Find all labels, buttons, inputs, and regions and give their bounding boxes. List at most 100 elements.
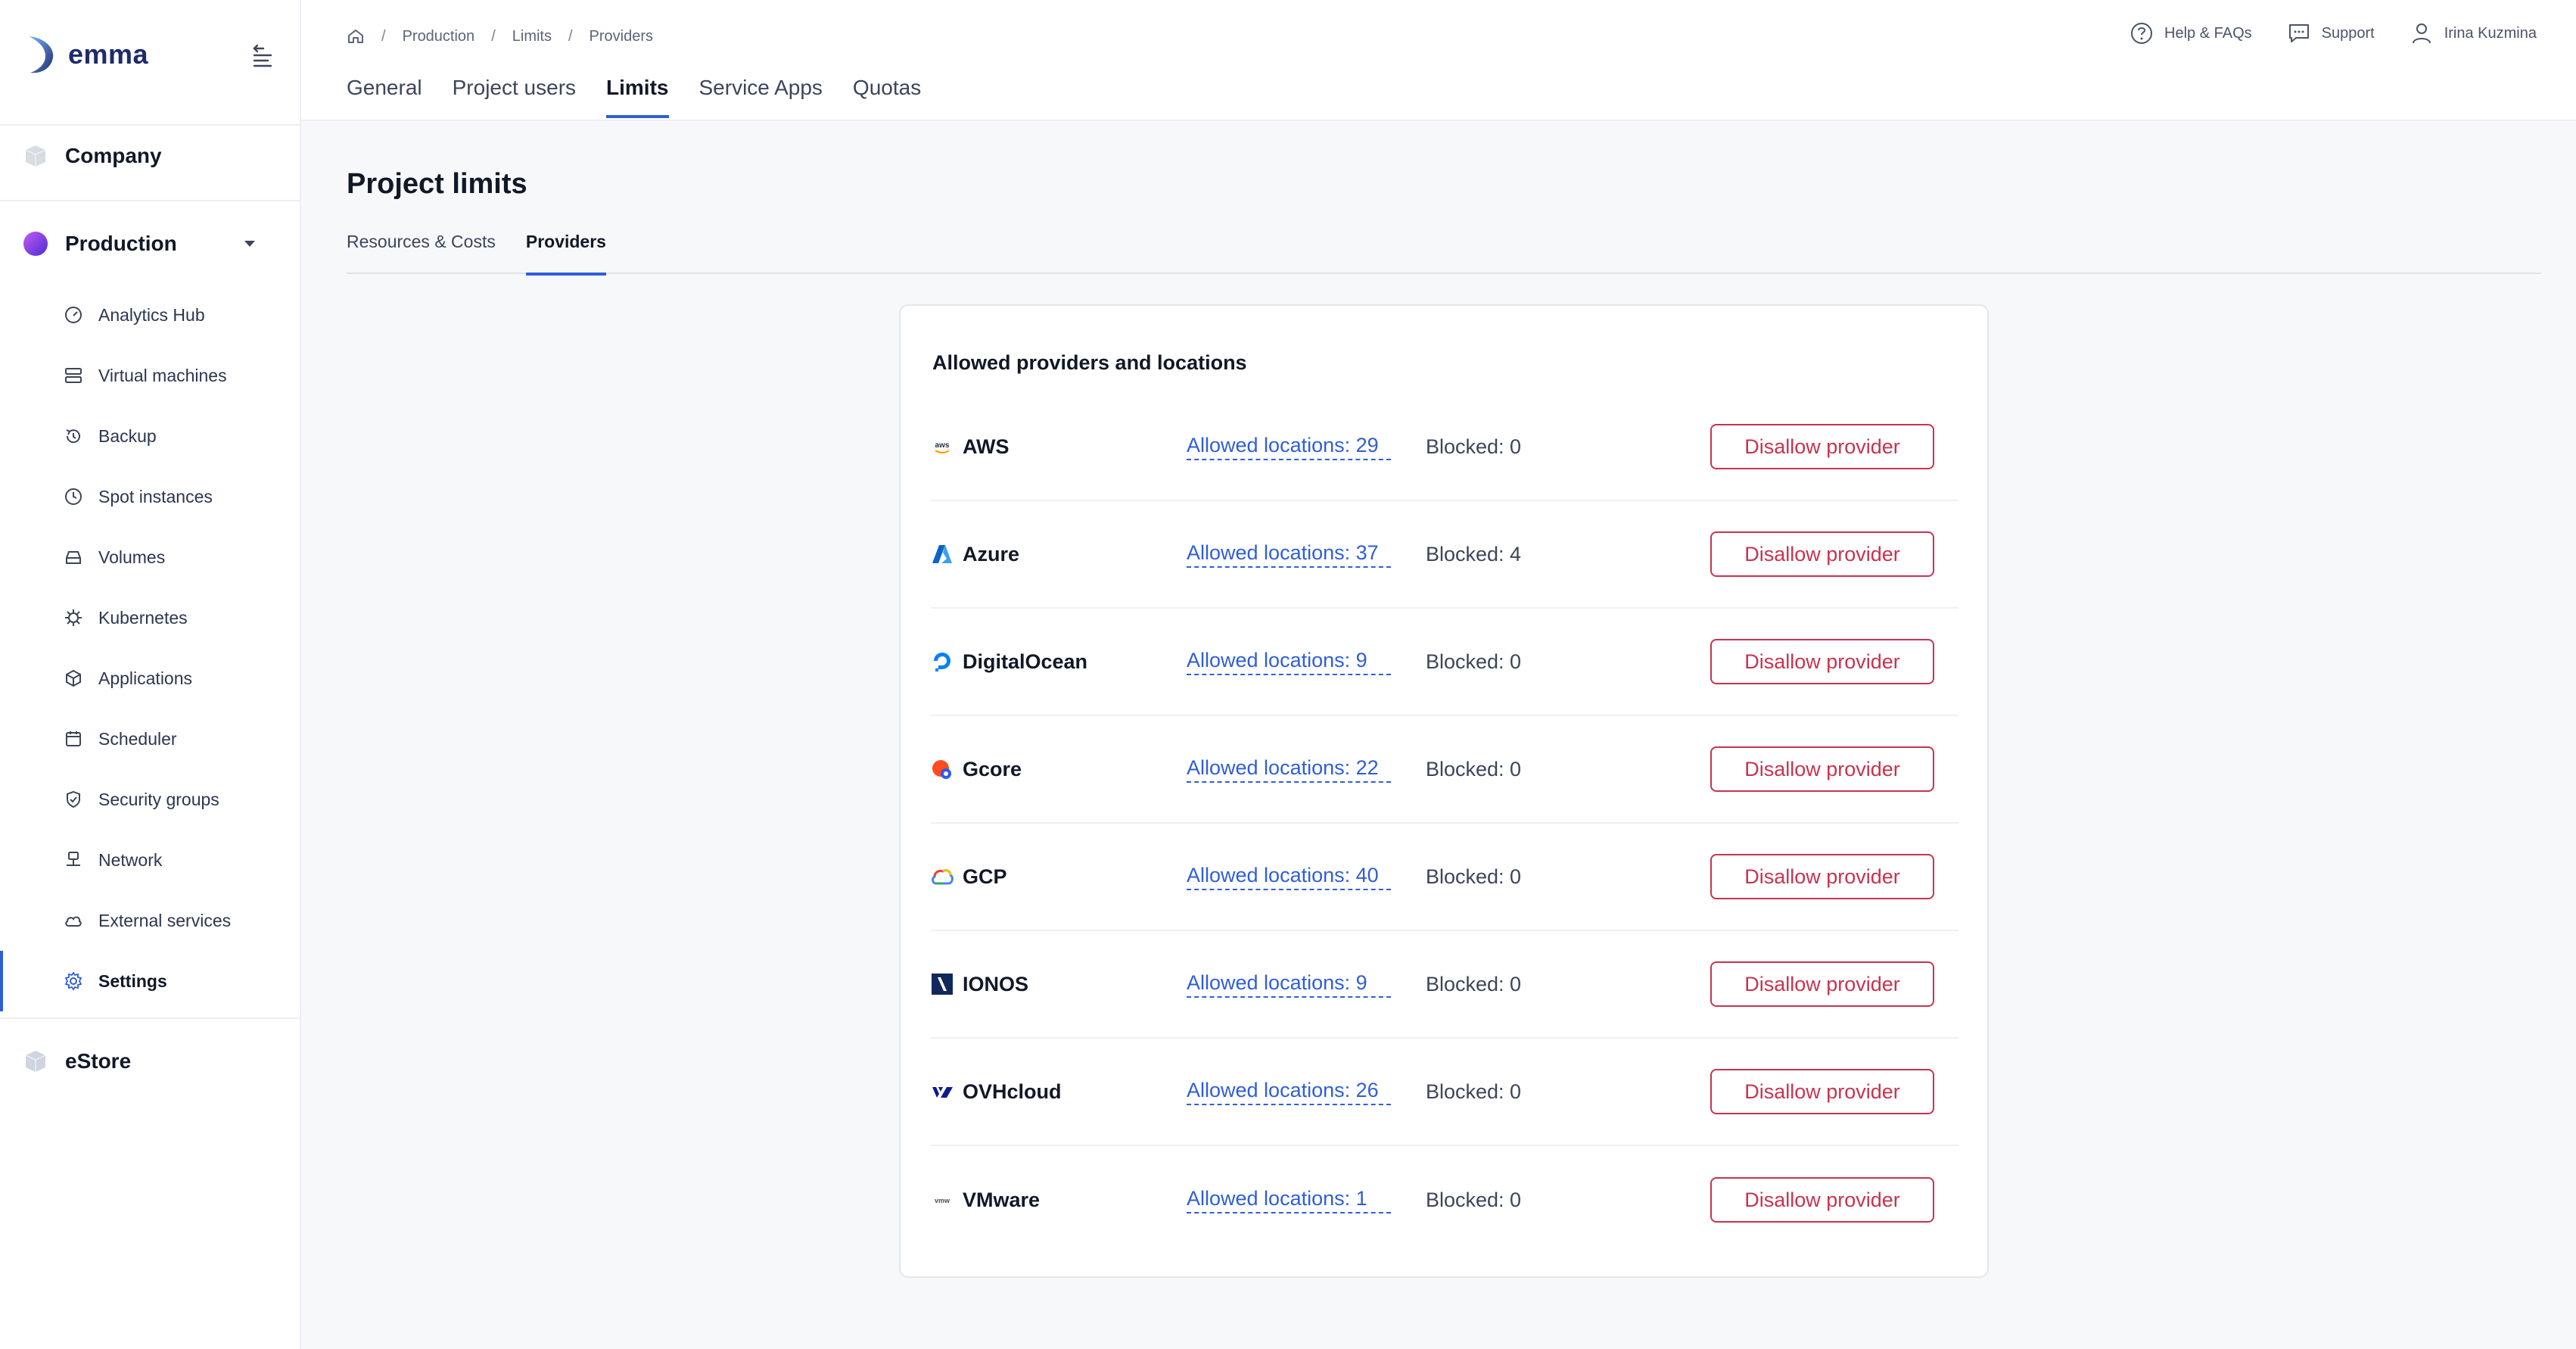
allowed-locations-link[interactable]: Allowed locations: 40 [1187,864,1391,890]
allowed-locations-link[interactable]: Allowed locations: 22 [1187,756,1391,783]
sidebar-item-applications[interactable]: Applications [0,648,300,709]
subtab-resources-costs[interactable]: Resources & Costs [347,232,496,274]
logo[interactable]: emma [23,33,148,76]
sidebar-item-backup[interactable]: Backup [0,406,300,466]
aws-logo-icon: aws [935,441,950,453]
provider-name: Gcore [963,757,1022,780]
breadcrumb-item[interactable]: Production [403,28,475,45]
sidebar-item-spot-instances[interactable]: Spot instances [0,466,300,527]
drive-icon [66,551,81,564]
support-label: Support [2321,24,2375,42]
app-root: emma Company Production Analytics Hub Vi… [0,0,2576,1349]
tab-project-users[interactable]: Project users [453,76,576,120]
sidebar-item-kubernetes[interactable]: Kubernetes [0,587,300,648]
subtab-providers[interactable]: Providers [525,232,607,276]
sidebar-item-settings[interactable]: Settings [0,951,300,1011]
azure-logo-icon [932,545,952,563]
sidebar-section-production[interactable]: Production [23,227,280,260]
sidebar-item-label: Spot instances [98,486,213,506]
server-icon [65,368,82,383]
helm-icon [65,609,82,626]
tab-limits[interactable]: Limits [606,76,669,120]
sidebar-item-security-groups[interactable]: Security groups [0,769,300,830]
sidebar-item-scheduler[interactable]: Scheduler [0,709,300,769]
provider-row-vmware: vmw VMware Allowed locations: 1 Blocked:… [931,1146,1958,1254]
gcp-logo-icon [932,869,954,885]
disallow-provider-button[interactable]: Disallow provider [1710,1177,1934,1223]
card-title: Allowed providers and locations [932,351,1247,374]
project-dot-icon [23,232,48,256]
sidebar-item-label: Backup [98,425,157,446]
tab-quotas[interactable]: Quotas [853,76,921,120]
provider-row-azure: Azure Allowed locations: 37 Blocked: 4 D… [931,501,1958,609]
help-faqs-label: Help & FAQs [2164,24,2252,42]
sidebar: emma Company Production Analytics Hub Vi… [0,0,301,1349]
home-icon[interactable] [347,27,365,45]
provider-name: AWS [963,435,1010,458]
allowed-locations-link[interactable]: Allowed locations: 26 [1187,1079,1391,1105]
disallow-provider-button[interactable]: Disallow provider [1710,531,1934,577]
help-icon [2131,23,2153,44]
provider-name: OVHcloud [963,1080,1062,1103]
sidebar-item-label: External services [98,910,232,930]
box-icon [66,669,81,687]
breadcrumb: / Production / Limits / Providers [347,27,653,45]
digitalocean-logo-icon [934,653,950,671]
blocked-count: Blocked: 0 [1426,757,1522,780]
sidebar-section-company[interactable]: Company [23,139,162,173]
collapse-sidebar-icon[interactable] [251,42,274,70]
sidebar-item-label: Volumes [98,547,166,567]
allowed-locations-link[interactable]: Allowed locations: 9 [1187,971,1391,998]
sidebar-item-label: Scheduler [98,728,177,749]
gcore-logo-icon [932,760,951,779]
allowed-locations-link[interactable]: Allowed locations: 29 [1187,434,1391,460]
sidebar-item-virtual-machines[interactable]: Virtual machines [0,345,300,406]
allowed-locations-link[interactable]: Allowed locations: 37 [1187,541,1391,568]
allowed-locations-link[interactable]: Allowed locations: 1 [1187,1187,1391,1213]
sidebar-item-external-services[interactable]: External services [0,890,300,951]
provider-row-aws: aws AWS Allowed locations: 29 Blocked: 0… [931,394,1958,501]
tab-general[interactable]: General [347,76,422,120]
cube-icon [25,1051,46,1072]
ionos-logo-icon [932,974,953,995]
sidebar-item-label: Applications [98,668,193,688]
provider-row-digitalocean: DigitalOcean Allowed locations: 9 Blocke… [931,609,1958,716]
disallow-provider-button[interactable]: Disallow provider [1710,961,1934,1007]
vmware-logo-icon: vmw [935,1197,950,1204]
breadcrumb-item[interactable]: Limits [512,28,552,45]
sidebar-item-analytics-hub[interactable]: Analytics Hub [0,285,300,345]
help-faqs-link[interactable]: Help & FAQs [2130,21,2252,45]
disallow-provider-button[interactable]: Disallow provider [1710,746,1934,792]
cube-icon [25,145,46,167]
providers-list: aws AWS Allowed locations: 29 Blocked: 0… [931,394,1958,1254]
disallow-provider-button[interactable]: Disallow provider [1710,639,1934,684]
limits-subtabs: Resources & Costs Providers [347,232,2541,276]
chat-icon [2288,24,2309,42]
chevron-down-icon[interactable] [241,235,259,253]
sidebar-section-label: eStore [65,1049,132,1073]
user-menu[interactable]: Irina Kuzmina [2410,21,2537,45]
sidebar-section-estore[interactable]: eStore [23,1045,131,1078]
sidebar-item-volumes[interactable]: Volumes [0,527,300,587]
disallow-provider-button[interactable]: Disallow provider [1710,854,1934,899]
support-link[interactable]: Support [2287,21,2375,45]
sidebar-divider [0,124,300,126]
disallow-provider-button[interactable]: Disallow provider [1710,1069,1934,1114]
sidebar-item-label: Network [98,849,163,870]
history-icon [66,429,80,444]
shield-icon [67,790,80,808]
blocked-count: Blocked: 4 [1426,542,1522,565]
brand-name: emma [68,39,149,70]
provider-row-ovhcloud: OVHcloud Allowed locations: 26 Blocked: … [931,1039,1958,1146]
tab-service-apps[interactable]: Service Apps [699,76,823,120]
sidebar-item-network[interactable]: Network [0,830,300,890]
sidebar-item-label: Kubernetes [98,607,188,628]
disallow-provider-button[interactable]: Disallow provider [1710,424,1934,469]
network-icon [67,852,80,866]
sidebar-item-label: Security groups [98,789,219,809]
allowed-locations-link[interactable]: Allowed locations: 9 [1187,649,1391,675]
ovhcloud-logo-icon [932,1087,953,1098]
project-tabs: General Project users Limits Service App… [347,76,951,120]
header-actions: Help & FAQs Support Irina Kuzmina [2095,21,2537,45]
breadcrumb-separator: / [381,27,386,45]
